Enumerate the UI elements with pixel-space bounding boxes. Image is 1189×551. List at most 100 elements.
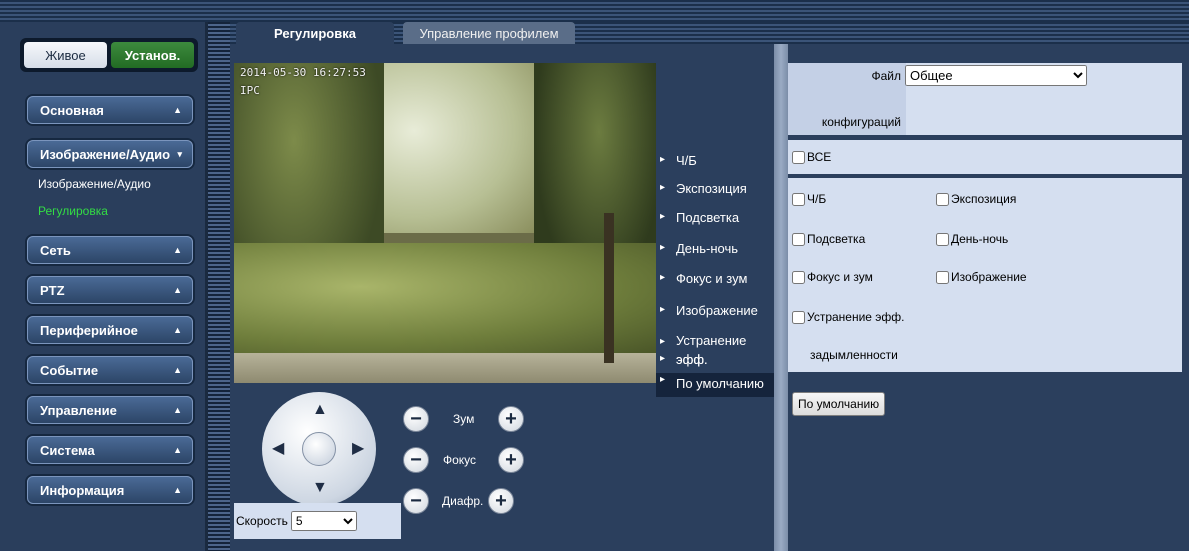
submenu-item-image-audio[interactable]: Изображение/Аудио <box>38 177 151 191</box>
sidebar-item-network[interactable]: Сеть ▲ <box>27 236 193 264</box>
exposure-checkbox-wrapper[interactable]: Экспозиция <box>936 192 1016 206</box>
defog-checkbox-wrapper[interactable]: Устранение эфф. <box>792 310 905 324</box>
focus-zoom-checkbox-wrapper[interactable]: Фокус и зум <box>792 270 873 284</box>
panel-separator <box>774 44 788 551</box>
zoom-label: Зум <box>453 412 475 426</box>
speed-select[interactable]: 5 <box>290 511 357 531</box>
chevron-up-icon: ▲ <box>173 285 182 295</box>
ptz-direction-pad[interactable]: ▲ ▼ ◀ ▶ <box>262 392 376 506</box>
sidebar-item-label: Сеть <box>40 242 71 258</box>
sidebar-item-info[interactable]: Информация ▲ <box>27 476 193 504</box>
settings-item-day-night[interactable]: День-ночь <box>656 241 774 261</box>
sidebar-item-label: Изображение/Аудио <box>40 146 171 162</box>
ptz-center-button[interactable] <box>302 432 336 466</box>
chevron-up-icon: ▲ <box>173 445 182 455</box>
iris-plus-button[interactable]: + <box>488 488 514 514</box>
sidebar-item-peripheral[interactable]: Периферийное ▲ <box>27 316 193 344</box>
settings-item-defog-line2: эфф. <box>656 352 774 370</box>
sidebar-item-label: PTZ <box>40 282 65 298</box>
image-checkbox[interactable] <box>936 270 949 284</box>
sidebar-item-system[interactable]: Система ▲ <box>27 436 193 464</box>
sidebar-item-label: Информация <box>40 482 125 498</box>
backlight-checkbox[interactable] <box>792 232 805 246</box>
iris-minus-button[interactable]: − <box>403 488 429 514</box>
focus-minus-button[interactable]: − <box>403 447 429 473</box>
defog-checkbox[interactable] <box>792 310 805 324</box>
mode-switch: Живое Установ. <box>20 38 198 72</box>
defog-checkbox-label-line2: задымленности <box>810 348 898 362</box>
all-checkbox[interactable] <box>792 150 805 164</box>
backlight-checkbox-label: Подсветка <box>807 232 866 246</box>
settings-item-exposure[interactable]: Экспозиция <box>656 181 774 201</box>
video-hedge <box>234 243 656 353</box>
focus-label: Фокус <box>443 453 477 467</box>
sidebar-item-management[interactable]: Управление ▲ <box>27 396 193 424</box>
sidebar-item-ptz[interactable]: PTZ ▲ <box>27 276 193 304</box>
video-channel-label: IPC <box>240 84 260 97</box>
submenu-item-adjustment[interactable]: Регулировка <box>38 204 108 218</box>
chevron-up-icon: ▲ <box>173 485 182 495</box>
speed-control: Скорость 5 <box>234 503 401 539</box>
chevron-up-icon: ▲ <box>173 365 182 375</box>
sidebar-item-label: Система <box>40 442 95 458</box>
sidebar-item-label: Управление <box>40 402 117 418</box>
day-night-checkbox-label: День-ночь <box>951 232 1009 246</box>
speed-label: Скорость <box>236 514 288 528</box>
config-file-label-line2: конфигураций <box>821 115 901 129</box>
focus-zoom-checkbox[interactable] <box>792 270 805 284</box>
chevron-up-icon: ▲ <box>173 105 182 115</box>
options-panel: Ч/Б Экспозиция Подсветка День-ночь Фокус… <box>788 178 1182 372</box>
bw-checkbox-wrapper[interactable]: Ч/Б <box>792 192 826 206</box>
exposure-checkbox[interactable] <box>936 192 949 206</box>
zoom-out-button[interactable]: − <box>403 406 429 432</box>
arrow-right-icon[interactable]: ▶ <box>352 441 364 457</box>
video-ground <box>234 353 656 383</box>
sidebar-item-label: Событие <box>40 362 99 378</box>
chevron-up-icon: ▲ <box>173 325 182 335</box>
focus-plus-button[interactable]: + <box>498 447 524 473</box>
settings-item-bw[interactable]: Ч/Б <box>656 153 774 173</box>
defog-checkbox-label: Устранение эфф. <box>807 310 905 324</box>
sidebar-divider[interactable] <box>208 22 230 551</box>
iris-label: Диафр. <box>442 494 484 508</box>
video-timestamp: 2014-05-30 16:27:53 <box>240 66 366 79</box>
live-view-button[interactable]: Живое <box>24 42 107 68</box>
exposure-checkbox-label: Экспозиция <box>951 192 1017 206</box>
backlight-checkbox-wrapper[interactable]: Подсветка <box>792 232 865 246</box>
tab-profile-management[interactable]: Управление профилем <box>403 22 575 44</box>
day-night-checkbox-wrapper[interactable]: День-ночь <box>936 232 1008 246</box>
video-preview[interactable]: 2014-05-30 16:27:53 IPC <box>234 63 656 383</box>
sidebar-item-label: Основная <box>40 102 104 118</box>
sidebar-item-image-audio[interactable]: Изображение/Аудио ▾ <box>27 140 193 168</box>
video-trunk <box>604 213 614 363</box>
image-checkbox-label: Изображение <box>951 270 1027 284</box>
focus-zoom-checkbox-label: Фокус и зум <box>807 270 873 284</box>
setup-button[interactable]: Установ. <box>111 42 194 68</box>
chevron-up-icon: ▲ <box>173 245 182 255</box>
sidebar-item-label: Периферийное <box>40 322 138 338</box>
image-checkbox-wrapper[interactable]: Изображение <box>936 270 1027 284</box>
day-night-checkbox[interactable] <box>936 232 949 246</box>
sidebar-item-basic[interactable]: Основная ▲ <box>27 96 193 124</box>
bw-checkbox[interactable] <box>792 192 805 206</box>
chevron-up-icon: ▲ <box>173 405 182 415</box>
settings-item-focus-zoom[interactable]: Фокус и зум <box>656 271 774 291</box>
select-all-panel: ВСЕ <box>788 140 1182 174</box>
arrow-down-icon[interactable]: ▼ <box>312 480 328 496</box>
tab-adjustment[interactable]: Регулировка <box>236 22 394 44</box>
sidebar-item-event[interactable]: Событие ▲ <box>27 356 193 384</box>
zoom-in-button[interactable]: + <box>498 406 524 432</box>
config-file-select[interactable]: Общее <box>905 65 1087 86</box>
all-checkbox-label: ВСЕ <box>807 150 832 164</box>
config-file-label: Файл <box>871 69 901 83</box>
all-checkbox-wrapper[interactable]: ВСЕ <box>792 150 831 164</box>
chevron-down-icon: ▾ <box>177 148 182 159</box>
config-file-panel: Файл конфигураций Общее <box>788 63 1182 135</box>
arrow-up-icon[interactable]: ▲ <box>312 402 328 418</box>
default-button[interactable]: По умолчанию <box>792 392 886 416</box>
settings-item-backlight[interactable]: Подсветка <box>656 210 774 230</box>
settings-item-image[interactable]: Изображение <box>656 303 774 323</box>
arrow-left-icon[interactable]: ◀ <box>272 441 284 457</box>
bw-checkbox-label: Ч/Б <box>807 192 827 206</box>
settings-item-default[interactable]: По умолчанию <box>656 373 774 397</box>
